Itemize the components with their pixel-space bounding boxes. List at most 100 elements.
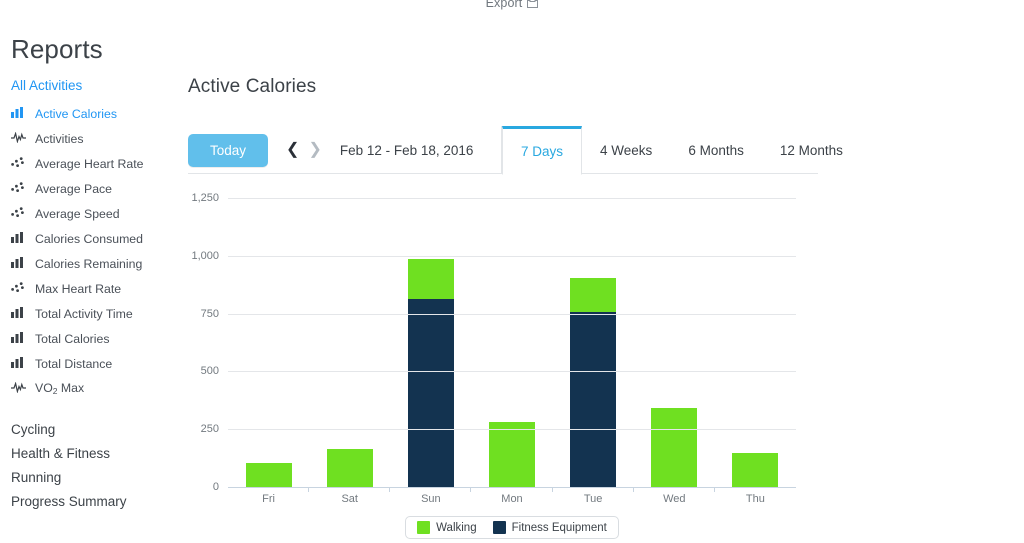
sidebar-item-vo2-max[interactable]: VO2 Max	[0, 376, 180, 401]
bar-segment-fitness-equipment[interactable]	[570, 312, 617, 487]
export-label: Export	[485, 0, 523, 10]
chart-y-tick-label: 1,250	[191, 192, 219, 204]
reports-page: Export Reports All Activities Active Cal…	[0, 0, 1024, 543]
sidebar-item-label: Active Calories	[35, 106, 118, 121]
bar-segment-walking[interactable]	[488, 422, 535, 487]
sidebar-section-running[interactable]: Running	[0, 466, 180, 490]
sidebar-item-label: Activities	[35, 131, 84, 146]
sidebar-item-label: Average Pace	[35, 181, 113, 196]
chart-x-label: Tue	[583, 493, 603, 505]
bar-segment-fitness-equipment[interactable]	[407, 298, 454, 487]
sidebar-item-calories-remaining[interactable]: Calories Remaining	[0, 251, 180, 276]
scatter-dots-icon	[11, 207, 28, 220]
date-range-controls: Today ❮ ❯ Feb 12 - Feb 18, 2016	[188, 126, 502, 174]
today-button[interactable]: Today	[188, 133, 269, 167]
pulse-line-icon	[11, 131, 28, 145]
chart-x-label: Sun	[421, 493, 441, 505]
chart-bar-sun[interactable]	[407, 259, 454, 487]
sidebar-section-health-fitness[interactable]: Health & Fitness	[0, 442, 180, 466]
export-button[interactable]: Export	[486, 0, 539, 14]
page-title: Reports	[11, 34, 103, 65]
chevron-left-icon[interactable]: ❮	[286, 142, 299, 158]
legend-box: Walking Fitness Equipment	[405, 516, 619, 539]
bar-segment-walking[interactable]	[570, 277, 617, 313]
chart-x-label: Wed	[663, 493, 686, 505]
legend-label: Fitness Equipment	[511, 521, 607, 534]
sidebar-item-average-heart-rate[interactable]: Average Heart Rate	[0, 151, 180, 176]
chart-bar-cell	[390, 198, 472, 492]
chart-bar-cell	[634, 198, 715, 492]
chart-y-tick-label: 250	[200, 423, 219, 436]
chart-x-label: Mon	[501, 493, 523, 505]
sidebar-section-cycling[interactable]: Cycling	[0, 418, 180, 442]
date-range-label: Feb 12 - Feb 18, 2016	[339, 142, 474, 158]
bar-chart-icon	[11, 107, 28, 120]
sidebar-item-average-speed[interactable]: Average Speed	[0, 201, 180, 226]
chart-bar-fri[interactable]	[245, 462, 292, 487]
legend-swatch	[492, 521, 506, 534]
bar-chart-icon	[11, 332, 28, 345]
bar-segment-walking[interactable]	[245, 462, 292, 487]
date-nav-arrows: ❮ ❯	[286, 142, 322, 158]
sidebar-item-total-distance[interactable]: Total Distance	[0, 351, 180, 376]
legend-item-walking[interactable]: Walking	[417, 521, 477, 534]
bar-segment-walking[interactable]	[732, 453, 779, 487]
bar-chart-icon	[11, 257, 28, 270]
chart-bar-thu[interactable]	[732, 453, 779, 487]
scatter-dots-icon	[11, 157, 28, 170]
chart-title: Active Calories	[188, 76, 317, 97]
chart-y-tick-label: 500	[200, 365, 219, 378]
chart-gridline: 500	[201, 365, 796, 377]
legend-swatch	[417, 521, 431, 534]
chart-plot: 0 250 500 750 1,000 1,250	[191, 192, 796, 493]
tab-7-days[interactable]: 7 Days	[502, 126, 583, 175]
chart-x-axis-labels: Fri Sat Sun Mon Tue Wed Thu	[228, 493, 796, 505]
chart-gridline: 1,000	[191, 250, 796, 262]
chart-bars	[228, 198, 796, 492]
sidebar-item-activities[interactable]: Activities	[0, 126, 180, 151]
sidebar-group-all-activities[interactable]: All Activities	[0, 76, 180, 95]
sidebar-item-label: Average Heart Rate	[35, 156, 144, 171]
bar-chart-icon	[11, 307, 28, 320]
sidebar-section-list: Cycling Health & Fitness Running Progress S…	[0, 418, 180, 514]
bar-segment-walking[interactable]	[326, 448, 373, 487]
tab-4-weeks[interactable]: 4 Weeks	[582, 126, 670, 174]
sidebar-item-label: Calories Remaining	[35, 256, 143, 271]
chart-x-label: Fri	[262, 493, 275, 505]
export-icon	[527, 0, 539, 9]
chart-x-label: Sat	[341, 493, 358, 505]
sidebar-item-active-calories[interactable]: Active Calories	[0, 101, 180, 126]
legend-item-fitness-equipment[interactable]: Fitness Equipment	[492, 521, 607, 534]
chart-bar-cell	[471, 198, 553, 492]
chart-bar-mon[interactable]	[488, 422, 535, 487]
chart-bar-wed[interactable]	[651, 408, 698, 487]
chart-bar-tue[interactable]	[570, 277, 617, 487]
chart-y-tick-label: 750	[200, 307, 219, 320]
legend-label: Walking	[436, 521, 477, 534]
chevron-right-icon[interactable]: ❯	[308, 142, 321, 158]
bar-segment-walking[interactable]	[651, 408, 698, 487]
chart-legend: Walking Fitness Equipment	[228, 516, 796, 539]
scatter-dots-icon	[11, 282, 28, 295]
bar-chart-icon	[11, 232, 28, 245]
sidebar-section-progress-summary[interactable]: Progress Summary	[0, 490, 180, 514]
chart-bar-cell	[553, 198, 634, 492]
scatter-dots-icon	[11, 182, 28, 195]
sidebar-item-label: Max Heart Rate	[35, 281, 122, 296]
bar-chart-icon	[11, 357, 28, 370]
sidebar-item-label: Total Calories	[35, 331, 110, 346]
chart-gridline: 750	[201, 308, 796, 320]
sidebar-item-max-heart-rate[interactable]: Max Heart Rate	[0, 276, 180, 301]
tab-12-months[interactable]: 12 Months	[762, 126, 861, 174]
sidebar-item-label: VO2 Max	[35, 381, 85, 396]
sidebar-item-calories-consumed[interactable]: Calories Consumed	[0, 226, 180, 251]
sidebar-item-average-pace[interactable]: Average Pace	[0, 176, 180, 201]
sidebar: All Activities Active Calories Activities…	[0, 76, 180, 514]
chart-bar-sat[interactable]	[326, 448, 373, 487]
sidebar-item-total-calories[interactable]: Total Calories	[0, 326, 180, 351]
bar-segment-walking[interactable]	[407, 259, 454, 299]
sidebar-item-total-activity-time[interactable]: Total Activity Time	[0, 301, 180, 326]
chart-y-tick-label: 0	[212, 481, 219, 493]
sidebar-item-label: Calories Consumed	[35, 231, 143, 246]
tab-6-months[interactable]: 6 Months	[670, 126, 762, 174]
